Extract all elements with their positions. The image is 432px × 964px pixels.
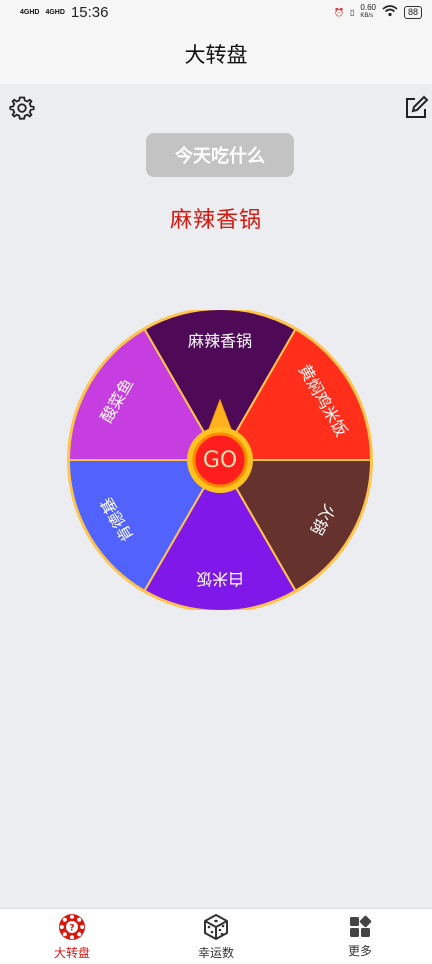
tab-lucky-number[interactable]: 幸运数 bbox=[144, 909, 288, 964]
dice-icon bbox=[204, 913, 228, 940]
status-bar: 4GHD 4GHD 15:36 ⏰ ▯ 0.60 KB/s 88 bbox=[0, 0, 432, 24]
vibrate-icon: ▯ bbox=[350, 7, 355, 17]
network-speed-value: 0.60 bbox=[360, 3, 376, 12]
status-time: 15:36 bbox=[70, 3, 109, 21]
result-text: 麻辣香锅 bbox=[169, 208, 262, 233]
alarm-icon: ⏰ bbox=[334, 7, 344, 17]
bottom-tab-bar: ? 大转盘 幸运数 更多 bbox=[0, 908, 432, 964]
tab-more[interactable]: 更多 bbox=[288, 909, 432, 964]
signal-indicator-1: 4GHD bbox=[20, 8, 40, 16]
wifi-icon bbox=[382, 5, 398, 19]
network-speed: 0.60 KB/s bbox=[360, 4, 376, 20]
signal-indicator-2: 4GHD bbox=[45, 8, 65, 16]
gear-icon bbox=[9, 96, 35, 120]
go-button-label: GO bbox=[203, 448, 237, 473]
tab-wheel[interactable]: ? 大转盘 bbox=[0, 909, 144, 964]
status-left: 4GHD 4GHD 15:36 bbox=[20, 4, 108, 21]
network-speed-unit: KB/s bbox=[360, 13, 374, 19]
title-bar: 大转盘 bbox=[0, 24, 432, 84]
grid-icon bbox=[350, 915, 372, 937]
wheel-graphic: 麻辣香锅黄焖鸡米饭火锅白米饭肯德基酸菜鱼GO bbox=[67, 307, 373, 613]
battery-level: 88 bbox=[403, 5, 422, 19]
status-right: ⏰ ▯ 0.60 KB/s 88 bbox=[334, 4, 422, 20]
wheel-icon: ? bbox=[59, 913, 85, 940]
svg-text:?: ? bbox=[69, 923, 74, 933]
prize-wheel: 麻辣香锅 黄焖鸡米饭 火锅 白米饭 肯德基 酸菜鱼 GO bbox=[65, 307, 375, 613]
wheel-segment-label: 白米饭 bbox=[196, 570, 244, 589]
tab-wheel-label: 大转盘 bbox=[53, 945, 90, 960]
tab-lucky-number-label: 幸运数 bbox=[197, 945, 234, 960]
edit-icon bbox=[406, 95, 429, 118]
settings-button[interactable] bbox=[8, 94, 36, 122]
wheel-segment-label: 麻辣香锅 bbox=[188, 332, 252, 351]
edit-button[interactable] bbox=[402, 94, 430, 122]
page-title: 大转盘 bbox=[184, 43, 248, 67]
tab-more-label: 更多 bbox=[347, 943, 372, 958]
what-to-eat-button[interactable]: 今天吃什么 bbox=[146, 133, 294, 177]
